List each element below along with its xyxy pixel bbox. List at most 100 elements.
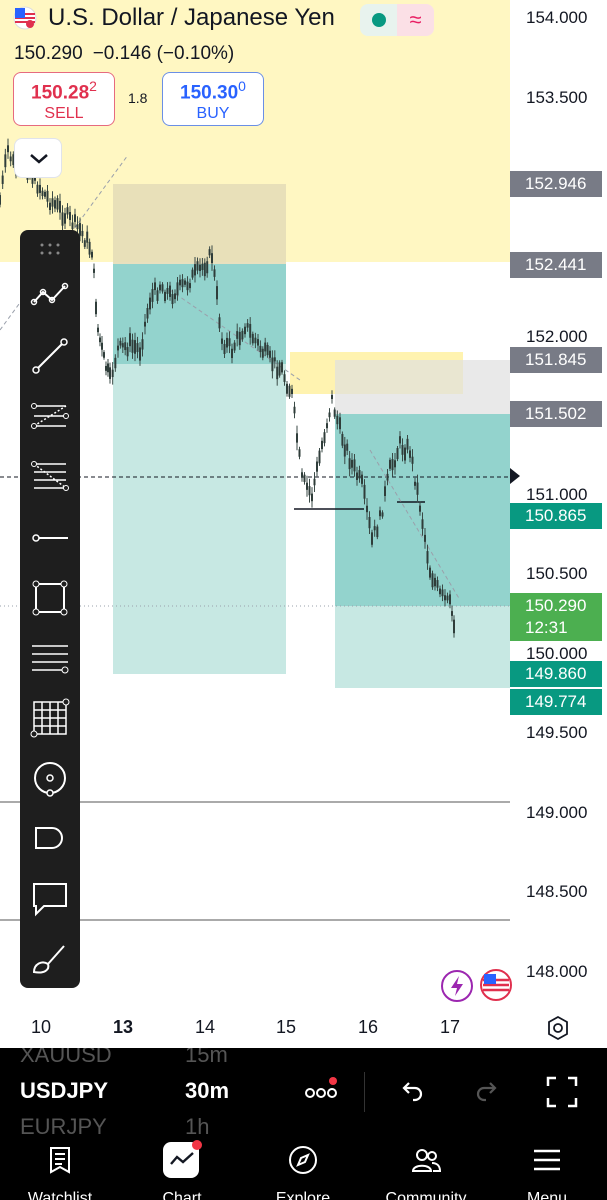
candle-body [121,343,124,348]
candle-body [83,240,86,247]
price-tag: 149.774 [510,689,602,715]
nav-label: Watchlist [27,1190,93,1200]
candle-body [269,350,271,358]
candle-body [419,505,421,512]
time-tick: 10 [31,1017,52,1037]
buy-price-pip: 0 [238,78,246,94]
candle-body [124,342,127,351]
nav-watchlist[interactable]: Watchlist [5,1138,115,1200]
price-tick: 149.000 [526,803,588,822]
candle-body [444,595,446,601]
chart-area[interactable]: U.S. Dollar / Japanese Yen ≈ 150.290 −0.1… [0,0,607,1048]
price-tick: 152.000 [526,327,588,346]
pair-title[interactable]: U.S. Dollar / Japanese Yen [48,4,335,32]
candle-body [101,342,103,350]
candle-body [244,326,246,335]
candle-body [379,510,381,517]
candle-body [226,337,228,348]
market-status-pill[interactable]: ≈ [360,4,434,36]
candle-body [321,440,323,450]
candle-body [154,282,156,291]
rectangle-icon[interactable] [28,576,72,620]
drag-handle-icon[interactable] [39,242,61,256]
candle-body [311,493,313,502]
trend-icon[interactable] [28,274,72,318]
candle-body [41,190,44,197]
candle-body [426,551,429,564]
wave-icon: ≈ [397,4,434,36]
candle-body [396,448,399,460]
zone-green-1-light [113,364,286,674]
drawing-toolbar[interactable] [20,230,80,988]
candle-body [439,588,441,595]
buy-button[interactable]: 150.300 BUY [162,72,264,126]
candle-body [144,321,146,327]
candle-body [373,526,376,531]
candle-body [296,433,298,443]
pitchfork-icon[interactable] [28,394,72,438]
candle-body [7,145,9,153]
candle-body [184,280,186,285]
nav-community[interactable]: Community [371,1138,481,1200]
watchlist-item-next[interactable]: EURJPY 1h [20,1114,209,1138]
sell-price: 150.28 [31,82,90,104]
time-tick: 17 [440,1017,461,1037]
chevron-down-icon [30,154,48,164]
watchlist-item-prev[interactable]: XAUUSD 15m [20,1048,228,1068]
line-icon[interactable] [28,334,72,378]
candle-body [339,417,341,430]
redo-icon[interactable] [472,1076,504,1108]
candle-body [446,595,449,601]
chart-settings-icon[interactable] [545,1015,571,1041]
collapse-header-button[interactable] [14,138,62,178]
price-tag: 150.865 [510,503,602,529]
grid-icon[interactable] [28,696,72,740]
candle-body [191,269,194,278]
candle-body [117,345,119,351]
fullscreen-icon[interactable] [544,1074,580,1110]
watchlist-icon [50,1147,70,1174]
parallel-lines-icon[interactable] [28,636,72,680]
price-axis[interactable]: 154.000 153.500 152.000 151.000 150.500 … [510,0,607,1010]
fib-icon[interactable] [28,454,72,498]
ray-icon[interactable] [28,516,72,560]
lightning-icon[interactable] [441,970,473,1002]
us-flag-icon[interactable] [479,968,513,1002]
nav-menu[interactable]: Menu [492,1138,602,1200]
candle-body [81,230,84,237]
candle-body [136,343,139,353]
candle-body [156,290,159,301]
candle-body [298,449,301,457]
sell-button[interactable]: 150.282 SELL [13,72,115,126]
candle-body [36,184,39,194]
symbol-header[interactable]: U.S. Dollar / Japanese Yen ≈ 150.290 −0.1… [0,0,440,130]
us-jp-flag-icon [13,6,37,30]
nav-chart[interactable]: Chart [127,1138,237,1200]
candle-body [171,294,174,305]
candle-body [74,214,76,222]
candle-body [196,261,199,271]
nav-explore[interactable]: Explore [248,1138,358,1200]
indicators-icon[interactable] [302,1076,342,1106]
candle-body [1,175,4,184]
watchlist-bar[interactable]: XAUUSD 15m USDJPY 30m EURJPY 1h [0,1048,607,1138]
candle-body [151,289,154,302]
undo-icon[interactable] [395,1076,427,1108]
candle-body [203,262,206,277]
price-tag: 151.502 [510,401,602,427]
brush-icon[interactable] [28,936,72,980]
time-axis[interactable]: 10 13 14 15 16 17 [0,1012,607,1048]
price-tick: 150.500 [526,564,588,583]
circle-icon[interactable] [28,756,72,800]
shape-icon[interactable] [28,816,72,860]
callout-icon[interactable] [28,876,72,920]
candle-body [76,224,79,230]
candle-body [301,472,303,478]
time-tick: 13 [113,1017,134,1037]
candle-body [105,365,107,371]
watchlist-item-active[interactable]: USDJPY 30m [20,1078,229,1104]
candle-body [436,580,439,588]
candle-body [211,253,213,264]
bottom-nav[interactable]: Watchlist Chart Explore Community Menu [0,1138,607,1200]
candle-body [169,285,171,297]
